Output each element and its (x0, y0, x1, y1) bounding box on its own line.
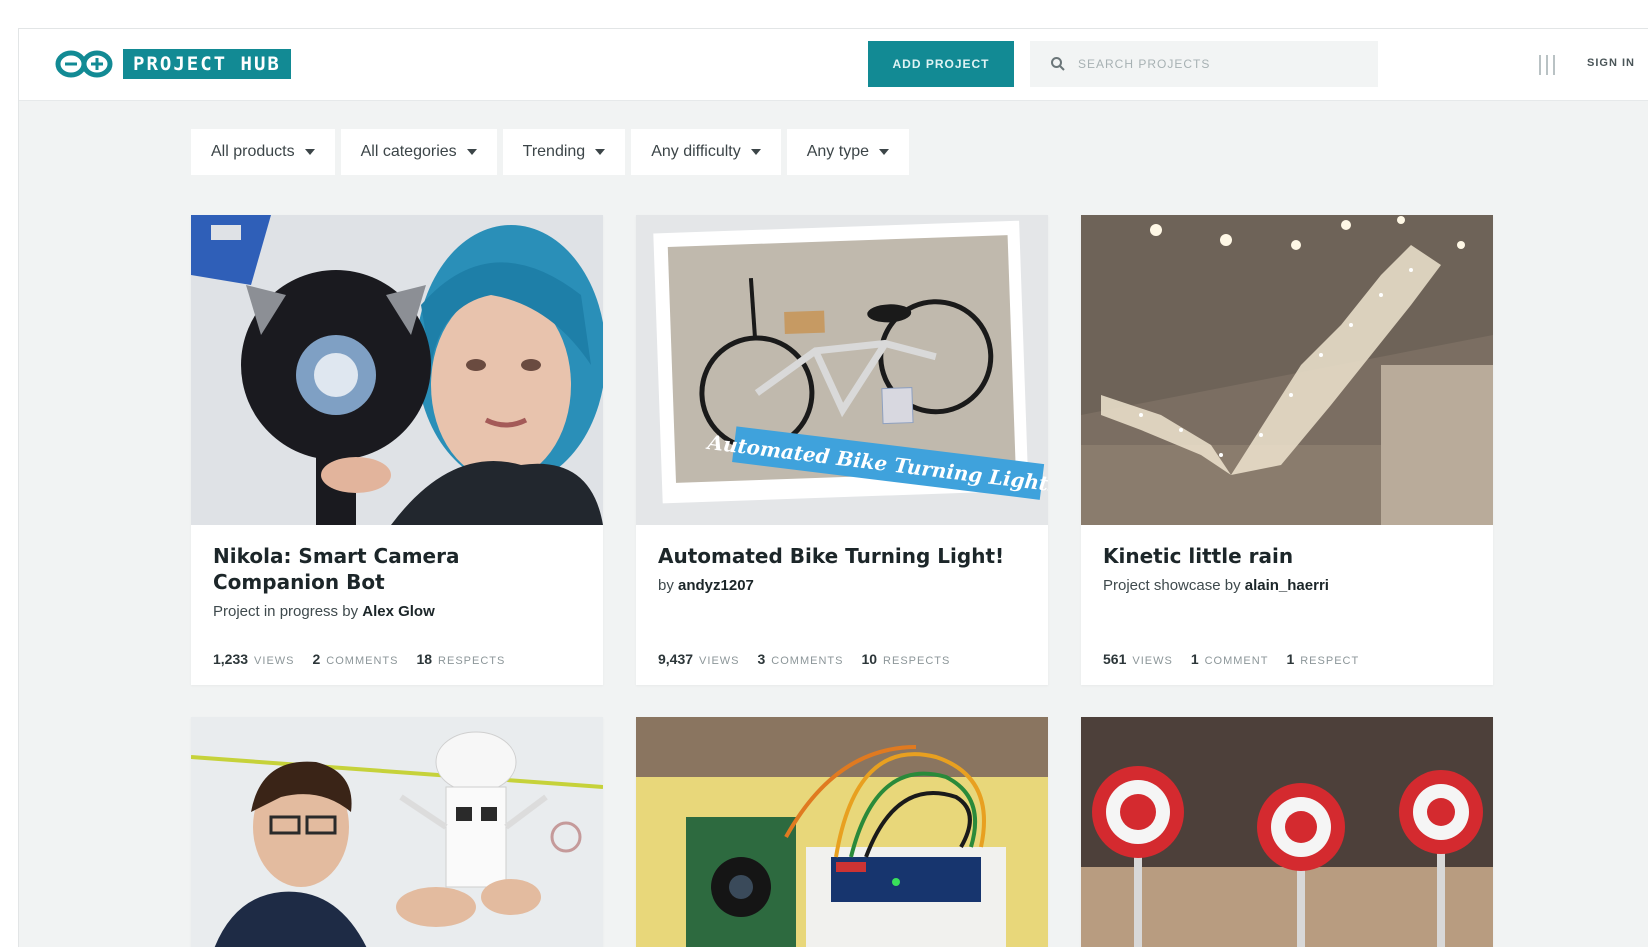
byline-prefix: by (658, 577, 674, 594)
project-thumbnail[interactable] (636, 717, 1048, 947)
project-byline: Project in progress by Alex Glow (213, 603, 579, 620)
byline-prefix: Project showcase by (1103, 577, 1241, 594)
add-project-button[interactable]: ADD PROJECT (868, 41, 1014, 87)
respects-count: 10 RESPECTS (861, 651, 951, 667)
project-card[interactable] (636, 717, 1048, 947)
project-thumbnail[interactable] (191, 717, 603, 947)
filter-label: Any difficulty (651, 143, 741, 160)
project-thumbnail[interactable] (1081, 717, 1493, 947)
project-stats: 561 VIEWS 1 COMMENT 1 RESPECT (1103, 651, 1359, 667)
byline-prefix: Project in progress by (213, 603, 359, 620)
filter-products-dropdown[interactable]: All products (191, 129, 335, 175)
caret-down-icon (304, 149, 315, 155)
comments-count: 2 COMMENTS (312, 651, 399, 667)
caret-down-icon (750, 149, 761, 155)
robot-camera-photo-image (191, 215, 603, 525)
arduino-logo-icon[interactable] (55, 49, 113, 79)
caret-down-icon (879, 149, 889, 155)
top-nav: PROJECT HUB ADD PROJECT SIGN IN (19, 29, 1648, 101)
project-card[interactable]: Automated Bike Turning Lights! Automated… (636, 215, 1048, 685)
respects-count: 1 RESPECT (1286, 651, 1360, 667)
respects-count: 18 RESPECTS (416, 651, 506, 667)
comments-count: 3 COMMENTS (757, 651, 844, 667)
project-thumbnail[interactable] (1081, 215, 1493, 525)
targets-photo-image (1081, 717, 1493, 947)
filter-bar: All products All categories Trending Any… (191, 129, 909, 175)
project-hub-logo[interactable]: PROJECT HUB (123, 49, 291, 79)
views-count: 1,233 VIEWS (213, 651, 295, 667)
project-card[interactable]: Nikola: Smart Camera Companion Bot Proje… (191, 215, 603, 685)
robot-figure-photo-image (191, 717, 603, 947)
filter-label: Trending (522, 143, 586, 160)
project-card[interactable]: Kinetic little rain Project showcase by … (1081, 215, 1493, 685)
filter-label: All categories (360, 143, 457, 160)
filter-sort-dropdown[interactable]: Trending (502, 129, 626, 175)
search-input[interactable] (1078, 57, 1338, 71)
project-title[interactable]: Nikola: Smart Camera Companion Bot (213, 543, 579, 595)
card-body: Nikola: Smart Camera Companion Bot Proje… (191, 525, 603, 685)
author-link[interactable]: andyz1207 (678, 577, 754, 594)
filter-label: All products (211, 143, 295, 160)
bike-photo-image: Automated Bike Turning Lights! (636, 215, 1048, 525)
caret-down-icon (595, 149, 606, 155)
filter-categories-dropdown[interactable]: All categories (340, 129, 497, 175)
views-count: 561 VIEWS (1103, 651, 1173, 667)
project-thumbnail[interactable]: Automated Bike Turning Lights! (636, 215, 1048, 525)
filter-type-dropdown[interactable]: Any type (786, 129, 909, 175)
author-link[interactable]: alain_haerri (1245, 577, 1329, 594)
caret-down-icon (466, 149, 477, 155)
project-byline: Project showcase by alain_haerri (1103, 577, 1469, 594)
card-body: Kinetic little rain Project showcase by … (1081, 525, 1493, 685)
filter-difficulty-dropdown[interactable]: Any difficulty (631, 129, 781, 175)
apps-grid-icon[interactable] (1537, 53, 1557, 77)
search-icon (1051, 57, 1065, 71)
kinetic-rain-photo-image (1081, 215, 1493, 525)
project-card[interactable] (191, 717, 603, 947)
project-stats: 9,437 VIEWS 3 COMMENTS 10 RESPECTS (658, 651, 950, 667)
project-card[interactable] (1081, 717, 1493, 947)
project-byline: by andyz1207 (658, 577, 1024, 594)
search-box[interactable] (1030, 41, 1378, 87)
filter-label: Any type (806, 143, 869, 160)
author-link[interactable]: Alex Glow (362, 603, 435, 620)
card-body: Automated Bike Turning Light! by andyz12… (636, 525, 1048, 685)
project-title[interactable]: Kinetic little rain (1103, 543, 1469, 569)
comments-count: 1 COMMENT (1190, 651, 1269, 667)
project-title[interactable]: Automated Bike Turning Light! (658, 543, 1024, 569)
breadboard-photo-image (636, 717, 1048, 947)
project-thumbnail[interactable] (191, 215, 603, 525)
project-stats: 1,233 VIEWS 2 COMMENTS 18 RESPECTS (213, 651, 505, 667)
views-count: 9,437 VIEWS (658, 651, 740, 667)
browser-viewport: PROJECT HUB ADD PROJECT SIGN IN All prod… (18, 28, 1648, 947)
sign-in-link[interactable]: SIGN IN (1587, 57, 1635, 69)
